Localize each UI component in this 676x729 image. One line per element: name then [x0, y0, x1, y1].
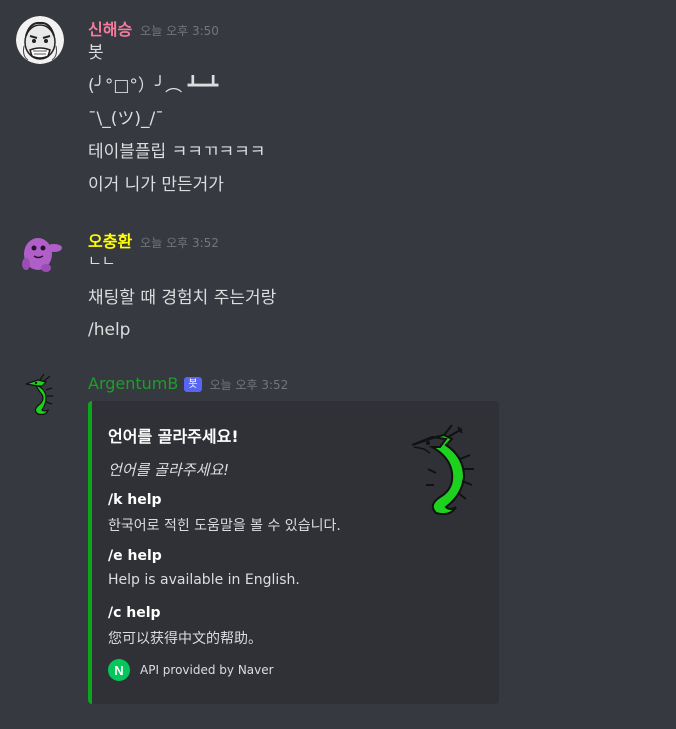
purple-creature-icon — [16, 228, 64, 276]
embed-footer-text: API provided by Naver — [140, 663, 274, 677]
message-line: ¯\_(ツ)_/¯ — [88, 109, 164, 129]
message-line: /help — [88, 320, 131, 340]
username[interactable]: 오충환 — [88, 228, 132, 252]
embed-field-name: /e help — [108, 548, 162, 564]
embed-thumbnail[interactable] — [406, 423, 486, 519]
message-line: 이거 니가 만든거가 — [88, 175, 224, 195]
help-embed: 언어를 골라주세요! 언어를 골라주세요! /k help 한국어로 적힌 도움… — [88, 401, 499, 704]
timestamp: 오늘 오후 3:52 — [140, 236, 219, 250]
embed-field-name: /c help — [108, 605, 161, 621]
green-dragon-icon — [16, 372, 64, 420]
username[interactable]: ArgentumB — [88, 374, 178, 393]
message-line: 봇 — [88, 43, 104, 63]
embed-description: 언어를 골라주세요! — [108, 461, 230, 479]
message-header-2: 오충환 오늘 오후 3:52 — [88, 228, 219, 252]
message-line: ㄴㄴ — [88, 252, 116, 270]
bot-avatar-argentumb[interactable] — [16, 372, 64, 420]
meme-face-icon — [16, 16, 64, 64]
message-line: 채팅할 때 경험치 주는거랑 — [88, 288, 277, 308]
embed-title: 언어를 골라주세요! — [108, 427, 239, 446]
message-header-3: ArgentumB 봇 오늘 오후 3:52 — [88, 374, 288, 398]
embed-field-value: 您可以获得中文的帮助。 — [108, 631, 262, 647]
message-line: 테이블플립 ㅋㅋㄲㅋㅋㅋ — [88, 142, 266, 162]
username[interactable]: 신해승 — [88, 16, 132, 40]
green-dragon-icon — [411, 424, 474, 516]
timestamp: 오늘 오후 3:52 — [209, 378, 289, 392]
user-avatar-shinhaeseung[interactable] — [16, 16, 64, 64]
embed-field-value: Help is available in English. — [108, 572, 300, 588]
bot-tag: 봇 — [184, 377, 202, 392]
user-avatar-ochunghwan[interactable] — [16, 228, 64, 276]
message-header-1: 신해승 오늘 오후 3:50 — [88, 16, 219, 40]
timestamp: 오늘 오후 3:50 — [140, 24, 219, 38]
embed-field-name: /k help — [108, 492, 162, 508]
embed-field-value: 한국어로 적힌 도움말을 볼 수 있습니다. — [108, 518, 341, 534]
naver-icon: N — [108, 659, 130, 681]
embed-footer: N API provided by Naver — [108, 659, 274, 681]
message-line: (╯°□°）╯︵ ┻━┻ — [88, 76, 219, 96]
